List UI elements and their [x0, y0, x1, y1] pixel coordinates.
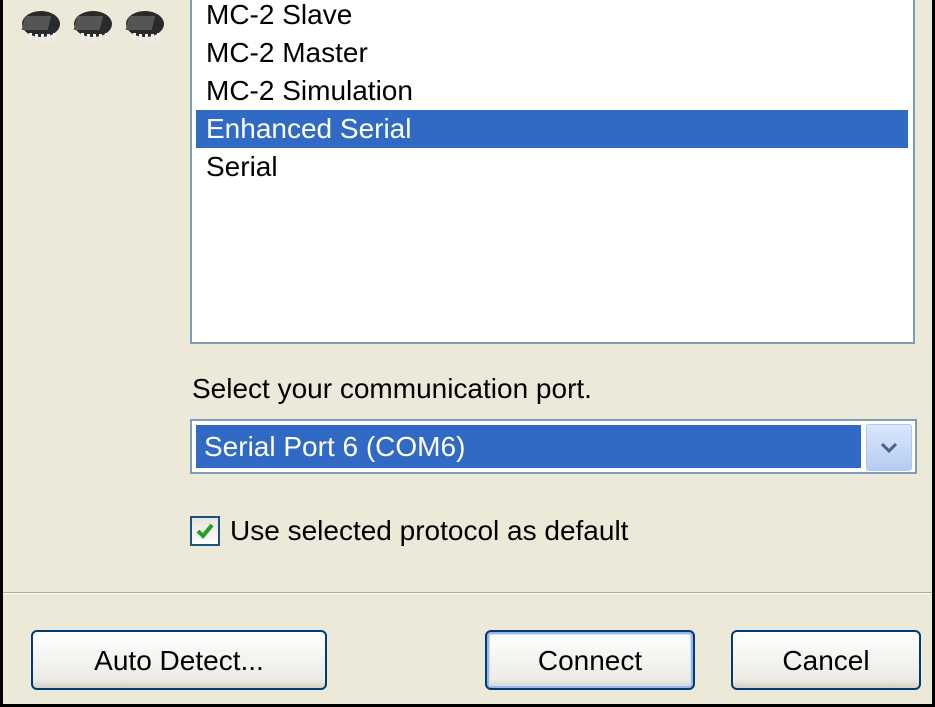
chip-icon	[73, 11, 112, 42]
device-icons	[18, 6, 168, 46]
dropdown-button[interactable]	[866, 424, 912, 471]
list-item-enhanced-serial[interactable]: Enhanced Serial	[196, 110, 908, 148]
list-item-mc2-master[interactable]: MC-2 Master	[196, 34, 908, 72]
port-select[interactable]: Serial Port 6 (COM6)	[190, 419, 917, 474]
list-item-mc2-slave[interactable]: MC-2 Slave	[196, 0, 908, 34]
list-item-serial[interactable]: Serial	[196, 148, 908, 186]
connect-button[interactable]: Connect	[485, 630, 695, 690]
list-item-mc2-simulation[interactable]: MC-2 Simulation	[196, 72, 908, 110]
default-protocol-label: Use selected protocol as default	[230, 515, 629, 546]
auto-detect-button[interactable]: Auto Detect...	[31, 630, 327, 690]
port-label: Select your communication port.	[192, 373, 592, 404]
chip-icon	[21, 11, 60, 42]
port-select-value[interactable]: Serial Port 6 (COM6)	[196, 425, 861, 468]
checkmark-icon	[196, 523, 214, 539]
protocol-listbox[interactable]: MC-2 Slave MC-2 Master MC-2 Simulation E…	[190, 0, 915, 344]
chevron-down-icon	[880, 442, 898, 453]
chip-icon	[125, 11, 164, 42]
default-protocol-option[interactable]: Use selected protocol as default	[190, 514, 628, 548]
default-protocol-checkbox[interactable]	[190, 516, 220, 546]
cancel-button[interactable]: Cancel	[731, 630, 921, 690]
separator	[3, 592, 932, 594]
